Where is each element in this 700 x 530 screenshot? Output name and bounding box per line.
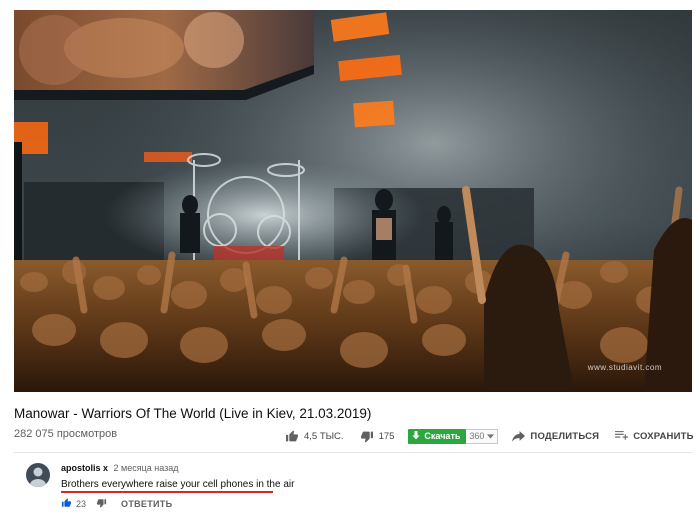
like-button[interactable]: 4,5 ТЫС. (285, 430, 344, 443)
dislike-count: 175 (378, 430, 395, 442)
download-button[interactable]: Скачать (408, 428, 467, 444)
save-label: СОХРАНИТЬ (633, 430, 694, 442)
view-count: 282 075 просмотров (14, 428, 118, 440)
thumbs-up-icon (285, 430, 299, 443)
share-arrow-icon (512, 430, 526, 442)
comment-actions: 23 ОТВЕТИТЬ (61, 497, 172, 511)
comment-like-button[interactable]: 23 (61, 498, 86, 510)
dislike-button[interactable]: 175 (360, 430, 395, 443)
quality-select[interactable]: 360 (466, 428, 499, 444)
video-actions: 4,5 ТЫС. 175 Скачать 360 ПОДЕЛИТЬСЯ СОХР… (285, 426, 700, 446)
comment-timestamp[interactable]: 2 месяца назад (114, 463, 179, 473)
user-silhouette-icon (30, 467, 46, 487)
download-arrow-icon (412, 430, 421, 442)
like-count: 4,5 ТЫС. (304, 430, 344, 442)
share-label: ПОДЕЛИТЬСЯ (530, 430, 600, 442)
download-control: Скачать 360 (408, 428, 499, 444)
comment-header: apostolis x 2 месяца назад (61, 463, 179, 473)
chevron-down-icon (487, 431, 495, 441)
playlist-add-icon (615, 430, 629, 442)
avatar[interactable] (26, 463, 50, 487)
share-button[interactable]: ПОДЕЛИТЬСЯ (512, 431, 599, 442)
video-player[interactable]: www.studiavit.com (14, 10, 692, 392)
video-watermark: www.studiavit.com (587, 363, 662, 372)
thumbs-down-icon (360, 430, 374, 443)
comment-text: Brothers everywhere raise your cell phon… (61, 479, 295, 490)
reply-button[interactable]: ОТВЕТИТЬ (121, 499, 172, 509)
thumbs-down-icon (96, 498, 107, 510)
comment-dislike-button[interactable] (96, 498, 107, 510)
comment-like-count: 23 (76, 499, 87, 509)
section-divider (14, 452, 692, 453)
video-frame (14, 10, 692, 392)
video-title: Manowar - Warriors Of The World (Live in… (14, 406, 372, 421)
comment-author[interactable]: apostolis x (61, 463, 108, 473)
thumbs-up-icon (61, 498, 72, 510)
comment-highlight-underline (61, 491, 273, 493)
save-button[interactable]: СОХРАНИТЬ (615, 431, 693, 442)
download-label: Скачать (424, 431, 461, 441)
quality-value: 360 (469, 431, 485, 441)
